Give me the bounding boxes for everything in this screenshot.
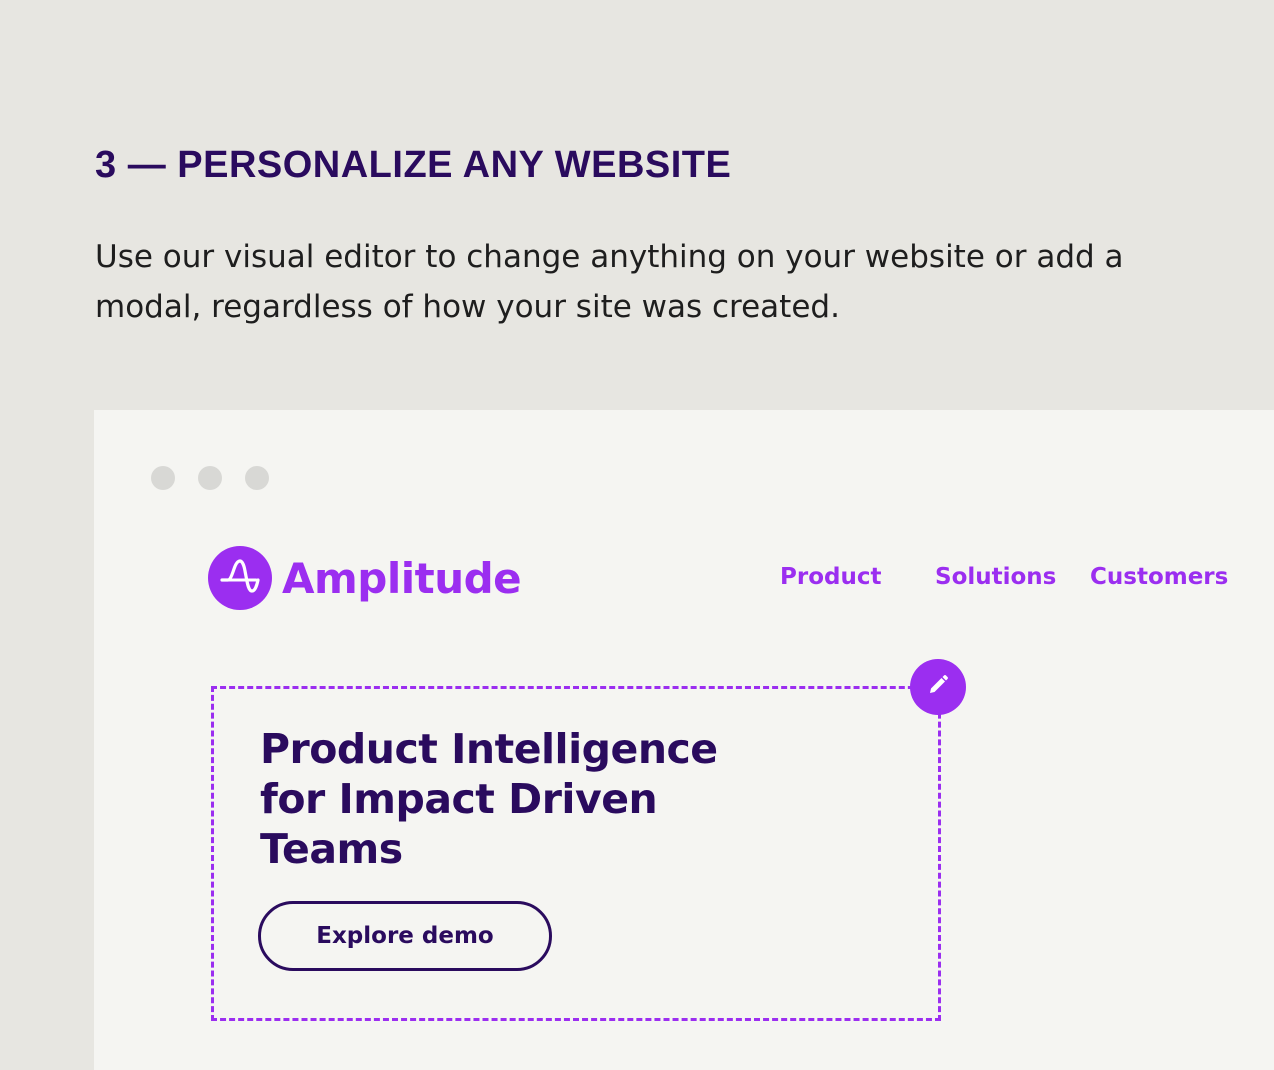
nav-product[interactable]: Product [780,564,935,590]
amplitude-logo-icon [208,546,272,610]
logo-text: Amplitude [282,553,522,603]
hero-title: Product Intelligence for Impact Driven T… [260,725,718,873]
pencil-icon [926,673,950,702]
window-dot [245,466,269,490]
edit-button[interactable] [910,659,966,715]
nav-solutions[interactable]: Solutions [935,564,1090,590]
mockup-nav: Product Solutions Customers [780,564,1228,590]
nav-customers[interactable]: Customers [1090,564,1228,590]
window-controls [151,466,269,490]
browser-mockup: Amplitude Product Solutions Customers Pr… [94,410,1274,1070]
amplitude-logo[interactable]: Amplitude [208,546,522,610]
section-description: Use our visual editor to change anything… [95,239,1124,325]
section-heading: 3 — PERSONALIZE ANY WEBSITE [95,144,732,186]
explore-demo-button[interactable]: Explore demo [258,901,552,971]
window-dot [151,466,175,490]
window-dot [198,466,222,490]
